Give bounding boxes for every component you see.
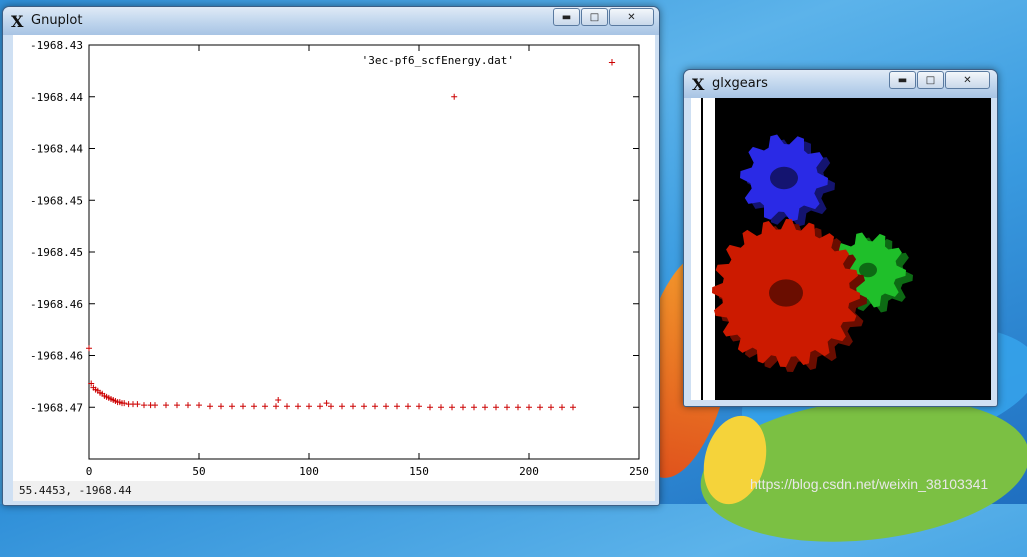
data-point [134, 401, 141, 408]
x-tick-label: 100 [299, 465, 319, 478]
data-point [449, 404, 455, 411]
data-point [526, 404, 532, 411]
data-point [323, 400, 330, 407]
legend-marker: + [608, 55, 615, 69]
glxgears-titlebar[interactable]: X glxgears ▬ □ ✕ [684, 70, 997, 98]
data-point [504, 404, 510, 411]
y-tick-label: -1968.43 [30, 39, 83, 52]
glxgears-window[interactable]: X glxgears ▬ □ ✕ [683, 69, 998, 407]
close-button[interactable]: ✕ [945, 71, 990, 89]
maximize-icon: □ [925, 74, 936, 86]
data-point [229, 403, 235, 410]
data-point [185, 402, 191, 409]
x-tick-label: 250 [629, 465, 649, 478]
minimize-icon: ▬ [561, 11, 572, 23]
data-point [482, 404, 488, 411]
data-point [174, 402, 180, 409]
data-point [284, 403, 290, 410]
y-tick-label: -1968.47 [30, 401, 83, 414]
data-point [372, 403, 378, 410]
data-point [86, 345, 92, 352]
data-point [537, 404, 543, 411]
x11-logo-icon: X [692, 75, 705, 94]
window-title: Gnuplot [31, 13, 83, 28]
data-point [471, 404, 477, 411]
data-point [383, 403, 389, 410]
data-point [240, 403, 246, 410]
blue-gear-hole [770, 166, 798, 190]
data-point [394, 403, 400, 410]
data-point [460, 404, 466, 411]
minimize-button[interactable]: ▬ [889, 71, 916, 89]
y-tick-label: -1968.46 [30, 298, 83, 311]
data-point [152, 402, 158, 409]
data-point [196, 402, 202, 409]
data-point [306, 403, 312, 410]
data-point [339, 403, 345, 410]
gnuplot-titlebar[interactable]: X Gnuplot ▬ □ ✕ [3, 7, 659, 35]
data-point [548, 404, 554, 411]
data-point [438, 404, 444, 411]
data-point [328, 403, 334, 410]
y-tick-label: -1968.45 [30, 246, 83, 259]
y-tick-label: -1968.45 [30, 194, 83, 207]
status-bar: 55.4453, -1968.44 [13, 481, 655, 501]
maximize-button[interactable]: □ [581, 8, 608, 26]
close-button[interactable]: ✕ [609, 8, 654, 26]
data-point [273, 403, 279, 410]
data-point [451, 93, 458, 100]
data-point [570, 404, 576, 411]
data-point [262, 403, 268, 410]
data-point [427, 404, 433, 411]
plot-border [88, 44, 640, 460]
data-point [493, 404, 499, 411]
plot-area[interactable]: 0 50 100 150 200 250 -1968.43 -1968.44 -1968.44 -… [13, 35, 655, 481]
data-point [405, 403, 411, 410]
gears-scene [691, 98, 913, 400]
data-point [515, 404, 521, 411]
close-icon: ✕ [627, 11, 636, 23]
gl-render-area[interactable] [691, 98, 991, 400]
data-point [361, 403, 367, 410]
x-tick-label: 200 [519, 465, 539, 478]
data-point [141, 402, 147, 409]
maximize-button[interactable]: □ [917, 71, 944, 89]
data-point [218, 403, 224, 410]
data-point [275, 397, 282, 404]
data-point [163, 402, 169, 409]
y-tick-label: -1968.44 [30, 143, 83, 156]
x-tick-label: 150 [409, 465, 429, 478]
data-point [416, 403, 422, 410]
data-point [350, 403, 356, 410]
close-icon: ✕ [963, 74, 972, 86]
x11-logo-icon: X [11, 12, 24, 31]
gnuplot-window[interactable]: X Gnuplot ▬ □ ✕ 0 50 100 150 200 250 -1968.43 -… [2, 6, 660, 506]
data-point [251, 403, 257, 410]
data-point [295, 403, 301, 410]
maximize-icon: □ [589, 11, 600, 23]
red-gear-hole [769, 279, 803, 307]
watermark-text: https://blog.csdn.net/weixin_38103341 [750, 476, 989, 492]
data-point [317, 403, 323, 410]
y-tick-label: -1968.46 [30, 350, 83, 363]
minimize-icon: ▬ [897, 74, 908, 86]
x-tick-label: 50 [192, 465, 205, 478]
y-tick-label: -1968.44 [30, 91, 83, 104]
x-tick-label: 0 [86, 465, 93, 478]
data-point [207, 403, 213, 410]
legend-label: '3ec-pf6_scfEnergy.dat' [362, 54, 514, 67]
scatter-plot: 0 50 100 150 200 250 -1968.43 -1968.44 -1968.44 -… [30, 39, 649, 478]
data-point [559, 404, 565, 411]
window-title: glxgears [712, 76, 768, 91]
minimize-button[interactable]: ▬ [553, 8, 580, 26]
